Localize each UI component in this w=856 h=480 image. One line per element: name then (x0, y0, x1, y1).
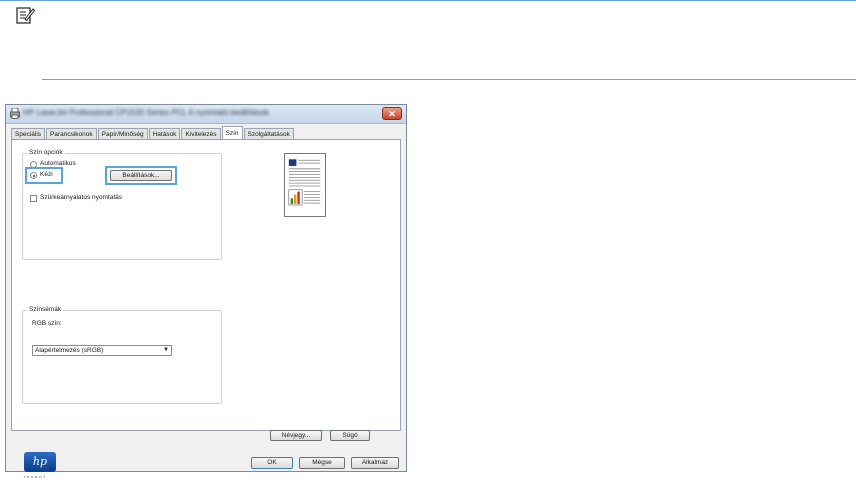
note-pencil-icon (16, 7, 35, 24)
tab-paper-quality[interactable]: Papír/Minőség (97, 128, 148, 139)
rgb-color-select[interactable]: Alapértelmezés (sRGB) ▼ (32, 345, 172, 356)
automatic-label: Automatikus (40, 160, 76, 167)
cancel-button[interactable]: Mégse (299, 457, 345, 469)
rgb-color-value: Alapértelmezés (sRGB) (35, 347, 104, 354)
color-themes-title: Színsémák (27, 306, 64, 313)
printer-properties-dialog: HP LaserJet Professional CP1520 Series P… (5, 104, 407, 479)
tab-advanced[interactable]: Speciális (11, 128, 46, 139)
title-bar[interactable]: HP LaserJet Professional CP1520 Series P… (6, 105, 406, 124)
help-button[interactable]: Súgó (330, 430, 370, 441)
tab-strip: Speciális Parancsikonok Papír/Minőség Ha… (11, 126, 295, 139)
chevron-down-icon: ▼ (163, 347, 169, 353)
tab-effects[interactable]: Hatások (148, 128, 181, 139)
page-preview-image (284, 153, 326, 217)
tab-color[interactable]: Szín (221, 126, 243, 139)
hp-logo: hp (24, 452, 56, 472)
bottom-rule (42, 79, 856, 80)
ok-button[interactable]: OK (251, 457, 293, 469)
color-tab-panel: Szín opciók Automatikus Kézi Beállítások… (11, 139, 401, 479)
color-options-group: Szín opciók Automatikus Kézi Beállítások… (22, 149, 222, 260)
grayscale-checkbox[interactable] (30, 195, 37, 202)
tab-services[interactable]: Szolgáltatások (243, 128, 294, 139)
close-button[interactable]: ✕ (382, 107, 402, 120)
apply-button[interactable]: Alkalmaz (351, 457, 399, 469)
printer-icon (10, 108, 20, 119)
about-button[interactable]: Névjegy... (270, 430, 322, 441)
color-options-title: Szín opciók (27, 149, 65, 156)
color-themes-group: Színsémák RGB szín: Alapértelmezés (sRGB… (22, 306, 222, 404)
grayscale-label: Szürkeárnyalatos nyomtatás (40, 194, 123, 201)
settings-highlight (105, 166, 177, 185)
hp-tagline: invent (24, 474, 47, 479)
tab-shortcuts[interactable]: Parancsikonok (46, 128, 97, 139)
manual-highlight (25, 167, 63, 184)
top-rule (0, 0, 856, 1)
tab-finishing[interactable]: Kivitelezés (181, 128, 221, 139)
rgb-color-label: RGB szín: (32, 320, 62, 327)
dialog-title: HP LaserJet Professional CP1520 Series P… (23, 108, 269, 117)
